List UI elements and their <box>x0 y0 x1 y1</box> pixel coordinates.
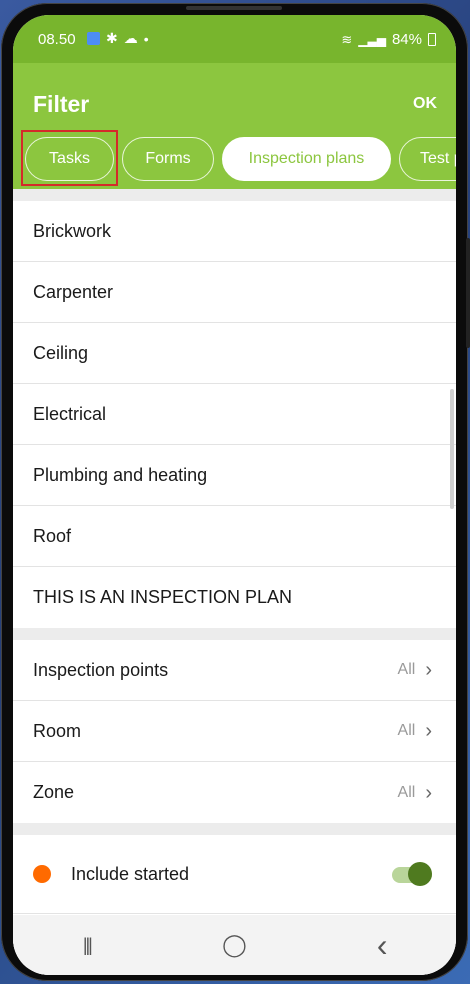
option-include-started: Include started <box>13 835 456 914</box>
app-icon <box>87 32 100 45</box>
filter-value: All <box>397 783 416 801</box>
list-item-plumbing[interactable]: Plumbing and heating <box>13 445 456 506</box>
phone-screen: 08.50 ✱ ☁ • ≋ ▁▃▅ 84% Filter OK Tasks Fo… <box>13 15 456 975</box>
tab-tasks-highlight <box>21 130 118 186</box>
list-item-brickwork[interactable]: Brickwork <box>13 201 456 262</box>
cloud-icon: ☁ <box>123 30 138 46</box>
battery-percentage: 84% <box>391 31 422 48</box>
list-item-label: THIS IS AN INSPECTION PLAN <box>33 587 293 607</box>
filter-app-bar: Filter OK Tasks Forms Inspection plans T… <box>13 63 456 189</box>
chevron-right-icon: › <box>425 720 432 742</box>
filter-content: Brickwork Carpenter Ceiling Electrical P… <box>13 189 456 975</box>
tab-forms[interactable]: Forms <box>122 137 214 181</box>
chevron-right-icon: › <box>425 659 432 681</box>
battery-icon <box>428 33 436 46</box>
list-item-label: Roof <box>33 525 72 546</box>
filter-label: Zone <box>33 782 75 802</box>
option-label: Include started <box>71 863 190 884</box>
tab-inspection-plans[interactable]: Inspection plans <box>222 137 391 181</box>
ok-button[interactable]: OK <box>413 95 437 113</box>
status-bar: 08.50 ✱ ☁ • ≋ ▁▃▅ 84% <box>13 15 456 63</box>
filter-value: All <box>397 661 416 678</box>
page-title: Filter <box>33 91 90 117</box>
filter-zone[interactable]: Zone All › <box>13 762 456 823</box>
list-item-label: Electrical <box>33 403 107 424</box>
toggle-knob <box>408 862 432 886</box>
status-right-icons: ≋ ▁▃▅ 84% <box>341 31 436 48</box>
chevron-right-icon: › <box>425 781 432 804</box>
include-started-toggle[interactable] <box>392 862 432 886</box>
list-item-label: Ceiling <box>33 342 89 363</box>
list-item-label: Brickwork <box>33 220 112 241</box>
list-item-inspection-plan[interactable]: THIS IS AN INSPECTION PLAN <box>13 567 456 628</box>
system-nav-bar: ||| ◯ ‹ <box>13 915 456 975</box>
home-icon[interactable]: ◯ <box>204 932 264 958</box>
filter-inspection-points[interactable]: Inspection points All › <box>13 640 456 701</box>
status-time: 08.50 <box>38 31 76 48</box>
back-icon[interactable]: ‹ <box>352 927 412 964</box>
status-dot-icon <box>33 865 51 883</box>
filter-label: Inspection points <box>33 659 169 680</box>
section-divider <box>13 823 456 835</box>
scrollbar[interactable] <box>450 389 454 509</box>
section-divider <box>13 189 456 201</box>
list-item-electrical[interactable]: Electrical <box>13 384 456 445</box>
section-divider <box>13 628 456 640</box>
status-left-icons: ✱ ☁ • <box>87 30 149 47</box>
settings-icon: ✱ <box>106 30 118 46</box>
wifi-icon: ≋ <box>341 31 353 47</box>
signal-icon: ▁▃▅ <box>358 32 386 47</box>
phone-speaker <box>186 6 282 10</box>
phone-side-button <box>466 238 470 348</box>
filter-label: Room <box>33 720 82 741</box>
list-item-label: Plumbing and heating <box>33 464 208 485</box>
list-item-roof[interactable]: Roof <box>13 506 456 567</box>
recent-apps-icon[interactable]: ||| <box>57 935 117 956</box>
phone-frame: 08.50 ✱ ☁ • ≋ ▁▃▅ 84% Filter OK Tasks Fo… <box>1 3 470 981</box>
filter-room[interactable]: Room All › <box>13 701 456 762</box>
list-item-ceiling[interactable]: Ceiling <box>13 323 456 384</box>
dot-icon: • <box>143 30 149 47</box>
tab-test-plans[interactable]: Test p <box>399 137 456 181</box>
filter-value: All <box>397 722 416 739</box>
list-item-carpenter[interactable]: Carpenter <box>13 262 456 323</box>
list-item-label: Carpenter <box>33 281 114 302</box>
